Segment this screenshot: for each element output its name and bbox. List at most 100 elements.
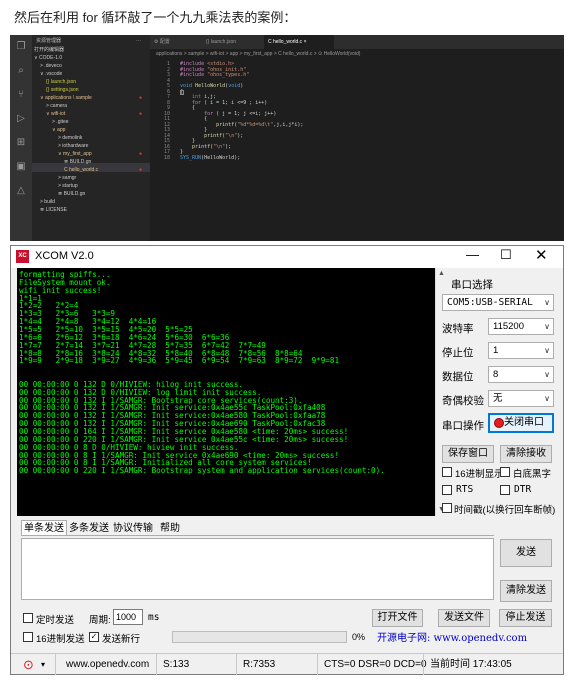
line-numbers: 1 2 3 4 5 6 7 8 9 10 11 12 13 14 15 16 1… [163,61,170,161]
scroll-up-icon[interactable]: ▲ [438,270,445,277]
save-window-button[interactable]: 保存窗口 [442,445,494,463]
explorer-item[interactable]: ∨ app [52,126,65,134]
source-control-icon[interactable]: ⑂ [15,89,27,101]
period-label: 周期: [89,615,111,626]
progress-bar [172,631,347,643]
tab-hello-world-c[interactable]: C hello_world.c × [264,35,334,49]
serial-select-label: 串口选择 [451,279,493,291]
explorer-item[interactable]: > samgr [58,174,76,182]
baud-select[interactable]: 115200 ∨ [488,318,554,335]
extensions-icon[interactable]: ⊞ [15,137,27,149]
modified-dot: ● [139,111,143,117]
explorer-item[interactable]: > startup [58,182,78,190]
tab-divider [21,535,494,536]
xcom-window: XC XCOM V2.0 — ☐ ✕ formatting spiffs... F… [10,245,564,675]
files-icon[interactable]: ❐ [15,41,27,53]
code-token: ); [225,143,232,150]
more-actions-icon[interactable]: ··· [136,37,141,45]
devices-icon[interactable]: ▣ [15,161,27,173]
open-file-button[interactable]: 打开文件 [372,609,423,627]
explorer-item[interactable]: ≣ LICENSE [40,206,67,214]
stop-bits-select[interactable]: 1 ∨ [488,342,554,359]
code-token: ( j = 1; j <=i; j++) [216,110,277,117]
explorer-item[interactable]: ∨ my_first_app [58,150,92,158]
explorer-item[interactable]: ≣ BUILD.gn [64,158,91,166]
clear-receive-button[interactable]: 清除接收 [500,445,552,463]
close-port-button[interactable]: 关闭串口 [488,413,554,433]
tab-launch-json[interactable]: {} launch.json [202,35,264,49]
stop-send-button[interactable]: 停止发送 [499,609,552,627]
code-token: ,j,i,j*i); [273,121,304,128]
remote-icon[interactable]: △ [15,185,27,197]
data-bits-select[interactable]: 8 ∨ [488,366,554,383]
serial-op-label: 串口操作 [442,420,484,432]
baud-label: 波特率 [442,323,474,335]
clear-send-button[interactable]: 清除发送 [500,580,552,602]
white-bg-checkbox[interactable] [500,467,510,477]
brand-link[interactable]: 开源电子网: www.openedv.com [377,629,527,644]
send-button[interactable]: 发送 [500,539,552,567]
hex-display-checkbox[interactable] [442,467,452,477]
stop-bits-label: 停止位 [442,347,474,359]
explorer-item[interactable]: ≣ BUILD.gn [58,190,85,198]
explorer-item[interactable]: ∨ wifi-iot [46,110,65,118]
timed-send-checkbox[interactable] [23,613,33,623]
code-token: "%d*%d=%d\t" [237,121,274,128]
title-bar: XC XCOM V2.0 — ☐ ✕ [11,246,563,268]
explorer-item[interactable]: ∨ CODE-1.0 [34,54,62,62]
code-token: ); [237,132,244,139]
dtr-checkbox[interactable] [500,485,510,495]
close-port-label: 关闭串口 [504,417,544,428]
explorer-item[interactable]: > demolink [58,134,82,142]
port-select[interactable]: COM5:USB-SERIAL ∨ [442,294,554,311]
port-status-indicator [494,418,504,428]
code-token: ) [240,83,244,89]
send-file-button[interactable]: 发送文件 [438,609,490,627]
rts-checkbox[interactable] [442,485,452,495]
code-token: printf [180,143,211,150]
code-editor[interactable]: #include <stdio.h> #include "ohos_init.h"… [180,61,560,161]
explorer-item[interactable]: {} launch.json [46,78,76,86]
explorer-item[interactable]: > iothardware [58,142,88,150]
settings-gear-icon[interactable]: ⊙ [23,654,34,675]
send-newline-checkbox[interactable]: ✓ [89,632,99,642]
dropdown-arrow-icon[interactable]: ▾ [41,654,45,675]
period-input[interactable]: 1000 [113,609,143,625]
minimize-button[interactable]: — [466,247,479,262]
tab-config[interactable]: ⚙ 配置 [150,35,202,49]
hex-send-checkbox[interactable] [23,632,33,642]
period-unit: ms [148,612,160,623]
modified-dot: ● [139,151,143,157]
app-logo-icon: XC [16,250,29,263]
explorer-item[interactable]: > camera [46,102,67,110]
modified-dot: ● [139,167,143,173]
explorer-item[interactable]: C hello_world.c [64,166,98,174]
explorer-item[interactable]: ∨ .vscode [40,70,62,78]
bracket-match [180,89,184,95]
timestamp-label: 时间戳(以换行回车断帧) [454,505,556,516]
activity-bar: ❐ ⌕ ⑂ ▷ ⊞ ▣ △ [10,35,32,241]
explorer-item[interactable]: > .gitee [52,118,69,126]
port-select-value: COM5:USB-SERIAL [447,297,533,308]
explorer-item[interactable]: > .deveco [40,62,62,70]
chevron-down-icon: ∨ [544,394,550,403]
dtr-label: DTR [514,484,532,495]
explorer-item[interactable]: {} settings.json [46,86,79,94]
receive-terminal[interactable]: formatting spiffs... FileSystem mount ok.… [17,268,435,516]
send-text-area[interactable] [21,538,494,600]
close-button[interactable]: ✕ [535,246,548,264]
explorer-item[interactable]: 打开的编辑器 [34,46,64,54]
parity-select[interactable]: 无 ∨ [488,390,554,407]
status-url[interactable]: www.openedv.com [55,654,149,675]
search-icon[interactable]: ⌕ [15,65,27,77]
breadcrumb[interactable]: applications > sample > wifi-iot > app >… [150,49,564,59]
debug-icon[interactable]: ▷ [15,113,27,125]
maximize-button[interactable]: ☐ [500,247,512,263]
explorer-item[interactable]: > build [40,198,55,206]
timestamp-checkbox[interactable] [442,503,452,513]
code-token: #include [180,72,208,78]
parity-label: 奇偶校验 [442,395,484,407]
tab-single-send[interactable]: 单条发送 [21,520,67,536]
parity-value: 无 [493,393,503,404]
explorer-item[interactable]: ∨ applications \ sample [40,94,92,102]
